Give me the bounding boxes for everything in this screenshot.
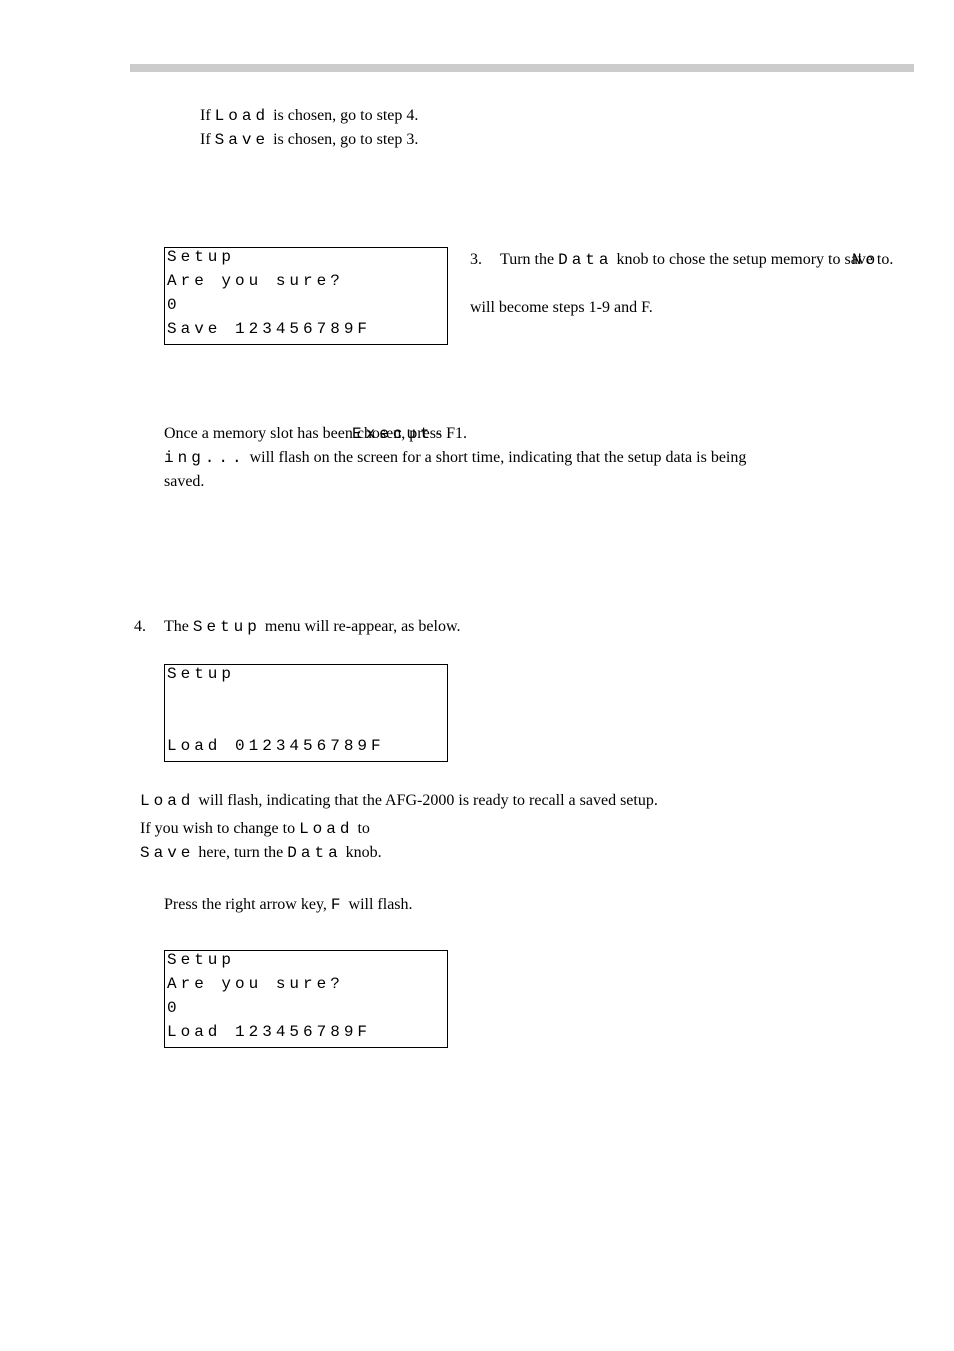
exec-line1: Once a memory slot has been chosen, pres… xyxy=(164,422,884,446)
step4-number: 4. xyxy=(134,615,146,639)
step3-e: will become steps 1-9 and F. xyxy=(470,296,890,320)
step3-a: Turn the xyxy=(500,251,558,268)
f-flash-line: Press the right arrow key, F will flash. xyxy=(164,893,884,917)
lcd-load2-line2: Are you sure? xyxy=(167,975,344,999)
lcd-load2-line4: Load 123456789F xyxy=(167,1023,371,1047)
exec-e: saved. xyxy=(164,470,204,494)
load-change-e: to xyxy=(357,820,369,837)
exec-line2: ing... will flash on the screen for a sh… xyxy=(164,446,884,470)
intro-line1: If Load is chosen, go to step 4. xyxy=(200,104,418,128)
intro-line1-c: is chosen, go to step 4. xyxy=(273,107,418,124)
exec-d: will flash on the screen for a short tim… xyxy=(250,449,747,466)
load-change-d: Load xyxy=(299,820,353,838)
exec-b: Execut- xyxy=(352,422,447,446)
load-flash-line: Load will flash, indicating that the AFG… xyxy=(140,789,890,813)
save-label: Save xyxy=(215,131,269,149)
lcd-load1-box: Setup Load 0123456789F xyxy=(164,664,448,762)
lcd-save-line2: Are you sure? xyxy=(167,272,344,296)
lcd-save-line4: Save 123456789F xyxy=(167,320,371,344)
load-change-g: here, turn the xyxy=(198,844,287,861)
no-label: No xyxy=(852,248,879,272)
lcd-load1-title: Setup xyxy=(167,665,235,689)
load-change-line1: If you wish to change to Load to xyxy=(140,817,890,841)
load-change-c: If you wish to change to xyxy=(140,820,299,837)
step4-b: The xyxy=(164,618,193,635)
load-flash-a: Load xyxy=(140,792,194,810)
intro-line2-c: is chosen, go to step 3. xyxy=(273,131,418,148)
load-flash-b: will flash, indicating that the AFG-2000… xyxy=(198,792,657,809)
step4-d: menu will re-appear, as below. xyxy=(265,618,461,635)
lcd-load2-line3: 0 xyxy=(167,999,181,1023)
f-flash-c: will flash. xyxy=(349,896,413,913)
save-change-f: Save xyxy=(140,844,194,862)
lcd-save-box: Setup Are you sure? 0 Save 123456789F xyxy=(164,247,448,345)
f-label: F xyxy=(331,896,345,914)
step3-number: 3. xyxy=(470,248,482,272)
intro-line2: If Save is chosen, go to step 3. xyxy=(200,128,418,152)
lcd-load2-title: Setup xyxy=(167,951,235,975)
f-flash-a: Press the right arrow key, xyxy=(164,896,331,913)
intro-line2-a: If xyxy=(200,131,215,148)
setup-label: Setup xyxy=(193,618,261,636)
load-change-line2: Save here, turn the Data knob. xyxy=(140,841,890,865)
header-rule xyxy=(130,64,914,72)
load-label: Load xyxy=(215,107,269,125)
intro-line1-a: If xyxy=(200,107,215,124)
data-knob-h: Data xyxy=(287,844,341,862)
lcd-save-line3: 0 xyxy=(167,296,181,320)
lcd-load1-line4: Load 0123456789F xyxy=(167,737,385,761)
exec-c: ing... xyxy=(164,449,246,467)
data-knob-label: Data xyxy=(558,251,612,269)
lcd-save-title: Setup xyxy=(167,248,235,272)
load-change-i: knob. xyxy=(346,844,382,861)
step3-text: Turn the Data knob to chose the setup me… xyxy=(500,248,900,272)
step4-text: The Setup menu will re-appear, as below. xyxy=(164,615,460,639)
lcd-load2-box: Setup Are you sure? 0 Load 123456789F xyxy=(164,950,448,1048)
